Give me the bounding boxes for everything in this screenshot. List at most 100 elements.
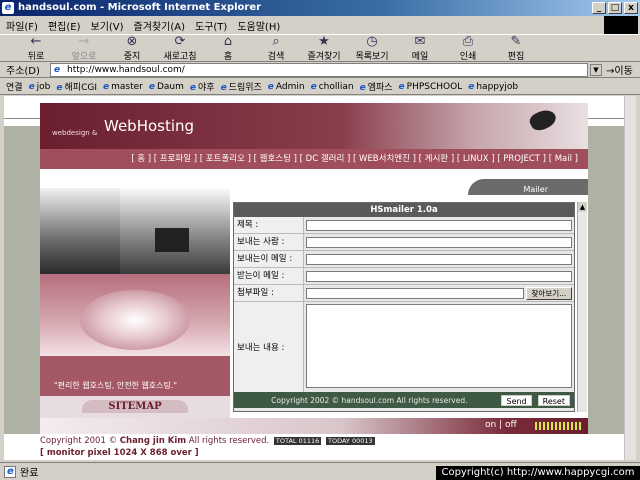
field-row-recipient-email: 받는이 메일 : [234,268,574,285]
toolbar-label: 검색 [267,51,285,62]
body-textarea[interactable] [306,304,572,388]
link-item[interactable]: 야후 [190,80,215,93]
link-item[interactable]: Admin [268,82,305,92]
side-panel-right [588,126,624,434]
mailer-tab-label: Mailer [523,185,548,194]
links-bar: 연결 job 해피CGI master Daum 야후 드림위즈 Admin chollian… [0,79,640,95]
toolbar-button-favorites[interactable]: ★ 즐겨찾기 [300,34,348,62]
toolbar-button-stop[interactable]: ⊗ 중지 [108,33,156,62]
mail-icon: ✉ [414,33,426,49]
link-item[interactable]: 엠파스 [360,80,393,93]
ie-icon: e [2,2,14,14]
recipient-email-input[interactable] [306,270,572,282]
field-label: 보내는이 메일 : [234,251,304,267]
link-item[interactable]: happyjob [468,82,518,92]
tunnel-light [80,290,190,350]
link-item[interactable]: 드림위즈 [221,80,262,93]
field-label: 제목 : [234,217,304,233]
browse-button[interactable]: 찾아보기... [525,286,572,300]
author-name: Chang jin Kim [119,436,187,446]
sender-input[interactable] [306,236,572,248]
tunnel-image [40,274,230,356]
link-item[interactable]: Daum [149,82,184,92]
toolbar-button-back-arrow[interactable]: ← 뒤로 [12,34,60,62]
toolbar-label: 새로고침 [163,51,197,62]
field-row-attachment: 첨부파일 : 찾아보기... [234,285,574,302]
watermark-text: Copyright(c) http://www.happycgi.com [436,466,640,480]
monitor-note: [ monitor pixel 1024 X 868 over ] [40,448,199,458]
computer-image [155,228,189,252]
menu-favorites[interactable]: 즐겨찾기(A) [134,18,185,33]
browser-scrollbar[interactable] [624,96,636,460]
mailer-scrollbar[interactable]: ▲ [577,202,587,412]
subject-input[interactable] [306,219,572,231]
beetle-image [527,106,559,134]
history-icon: ◷ [366,33,378,49]
menu-file[interactable]: 파일(F) [6,18,38,33]
link-item[interactable]: job [29,82,51,92]
copyright-suffix: All rights reserved. [186,436,270,446]
menu-help[interactable]: 도움말(H) [237,18,280,33]
sitemap-button[interactable]: SITEMAP [82,400,188,413]
reset-button[interactable]: Reset [537,394,570,406]
page-footer: Copyright 2001 © Chang jin Kim All right… [40,436,588,460]
total-counter: TOTAL 01116 [273,437,322,445]
close-button[interactable]: x [624,2,638,14]
toolbar-button-edit[interactable]: ✎ 편집 [492,34,540,62]
go-button[interactable]: →이동 [606,62,633,77]
sender-email-input[interactable] [306,253,572,265]
window-title: handsoul.com - Microsoft Internet Explor… [18,2,262,13]
toolbar-label: 뒤로 [27,51,45,62]
header-title: WebHosting [104,117,195,135]
toolbar-button-mail[interactable]: ✉ 메일 [396,33,444,62]
link-item[interactable]: master [103,82,143,92]
link-item[interactable]: chollian [311,82,354,92]
scroll-up-icon[interactable]: ▲ [578,202,587,212]
toolbar-label: 메일 [411,51,429,62]
toolbar-button-home[interactable]: ⌂ 홈 [204,34,252,62]
toolbar-label: 홈 [223,51,233,62]
stop-icon: ⊗ [126,33,138,49]
menu-view[interactable]: 보기(V) [91,18,124,33]
window-controls: _ □ x [592,2,638,14]
window-titlebar: e handsoul.com - Microsoft Internet Expl… [0,0,640,16]
equalizer-icon [535,422,581,430]
toolbar-button-refresh[interactable]: ⟳ 새로고침 [156,33,204,62]
refresh-icon: ⟳ [174,33,186,49]
forward-arrow-icon: → [78,33,90,49]
toolbar-button-print[interactable]: ⎙ 인쇄 [444,34,492,62]
copyright-prefix: Copyright 2001 © [40,436,120,446]
toolbar-label: 인쇄 [459,51,477,62]
minimize-button[interactable]: _ [592,2,606,14]
link-item[interactable]: 해피CGI [56,80,97,93]
toolbar: ← 뒤로 → 앞으로 ⊗ 중지 ⟳ 새로고침 ⌂ 홈 ⌕ 검색 ★ 즐겨찾기 ◷ 목록보기 ✉ 메일 ⎙ 인쇄 ✎ 편집 [0,34,640,62]
mailer-copyright: Copyright 2002 © handsoul.com All rights… [271,395,468,405]
search-icon: ⌕ [272,33,280,49]
toolbar-label: 중지 [123,51,141,62]
link-item[interactable]: PHPSCHOOL [399,82,463,92]
toolbar-label: 즐겨찾기 [307,51,341,62]
page-status-icon [4,465,16,478]
address-bar: 주소(D) http://www.handsoul.com/ ▼ →이동 [0,62,640,78]
menu-tools[interactable]: 도구(T) [195,18,227,33]
toolbar-button-forward-arrow[interactable]: → 앞으로 [60,33,108,62]
menu-edit[interactable]: 편집(E) [48,18,81,33]
toolbar-button-history[interactable]: ◷ 목록보기 [348,33,396,62]
header-subtitle: webdesign & [52,129,98,137]
send-button[interactable]: Send [501,394,532,406]
field-label: 보내는 사람 : [234,234,304,250]
field-row-subject: 제목 : [234,217,574,234]
field-row-sender-email: 보내는이 메일 : [234,251,574,268]
bottom-bar: on | off [40,418,588,434]
address-input[interactable]: http://www.handsoul.com/ [50,62,588,77]
maximize-button[interactable]: □ [608,2,622,14]
page-viewport: webdesign & WebHosting [ 홈 ] [ 프로파일 ] [ … [4,96,624,460]
links-label: 연결 [6,83,23,93]
attachment-input[interactable] [306,287,524,299]
office-photo [40,188,230,274]
address-dropdown-icon[interactable]: ▼ [590,63,602,76]
sitemap-area: SITEMAP [40,396,230,418]
on-off-toggle[interactable]: on | off [485,420,517,430]
toolbar-button-search[interactable]: ⌕ 검색 [252,33,300,62]
site-nav[interactable]: [ 홈 ] [ 프로파일 ] [ 포트폴리오 ] [ 웹호스팅 ] [ DC 갤… [40,149,588,169]
